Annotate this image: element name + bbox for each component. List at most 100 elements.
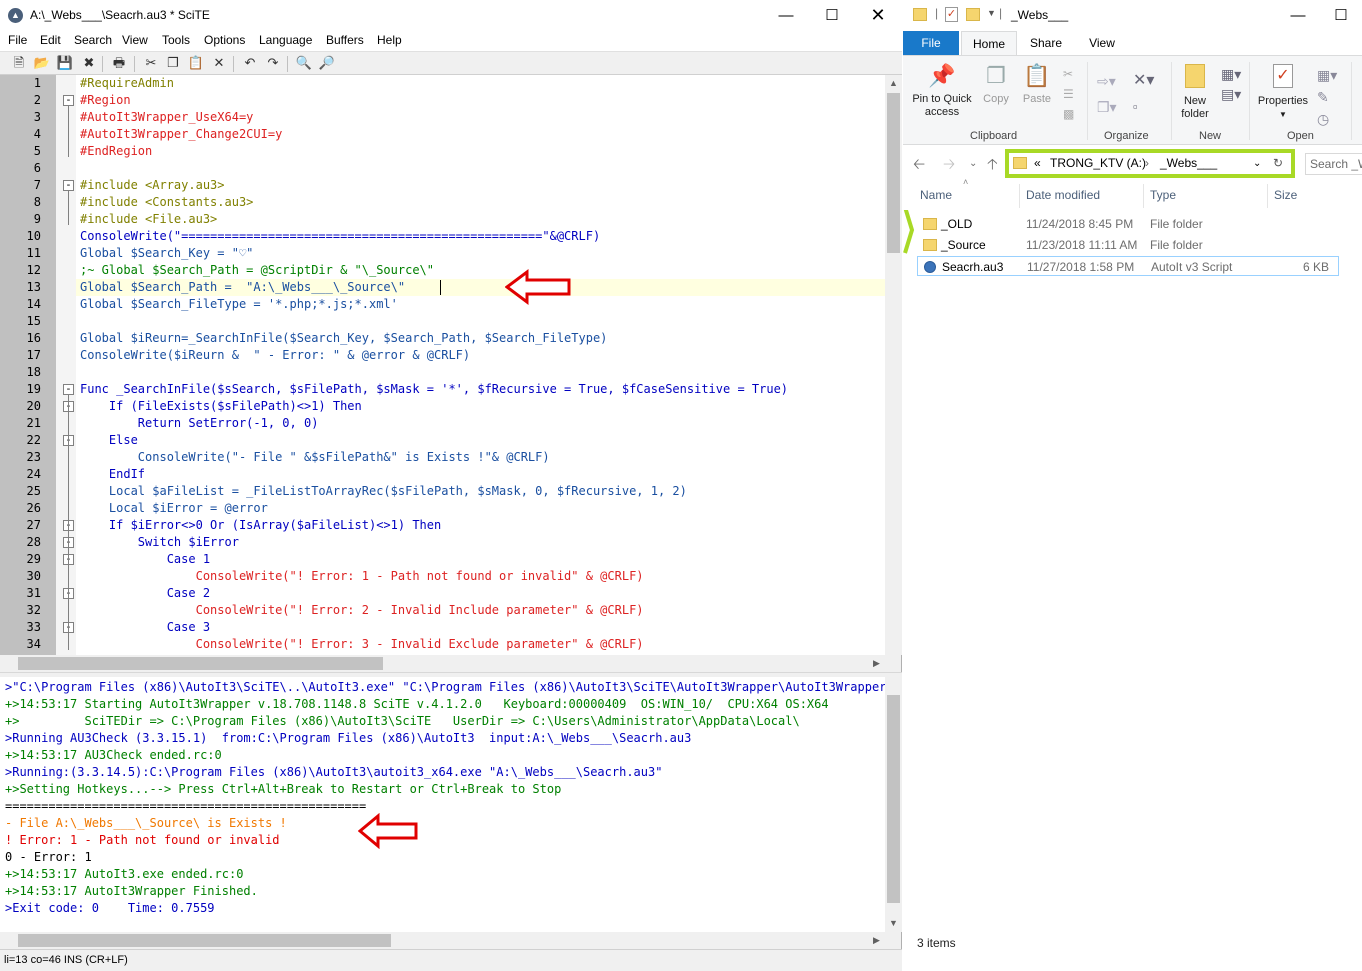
paste-button[interactable]: 📋 Paste (1017, 62, 1057, 106)
breadcrumb-folder[interactable]: _Webs___ (1160, 156, 1217, 170)
fold-toggle-icon[interactable]: - (63, 95, 74, 106)
file-row[interactable]: _Source 11/23/2018 11:11 AM File folder (917, 235, 1339, 255)
column-type[interactable]: Type (1150, 188, 1176, 202)
menu-options[interactable]: Options (204, 33, 245, 47)
forward-arrow-icon[interactable]: 🡢 (943, 154, 955, 179)
pin-to-quick-access-button[interactable]: 📌 Pin to Quick access (909, 62, 975, 119)
save-icon[interactable]: 💾 (56, 54, 74, 72)
code-line: Case 2 (80, 586, 211, 600)
maximize-button[interactable]: ☐ (1318, 0, 1362, 31)
properties-qat-icon[interactable]: ✓ (945, 7, 958, 22)
scrollbar-thumb[interactable] (18, 657, 383, 670)
new-file-icon[interactable]: 🗎 (10, 54, 28, 72)
back-arrow-icon[interactable]: 🡠 (913, 154, 925, 179)
scroll-up-arrow-icon[interactable]: ▲ (885, 75, 902, 92)
qat-dropdown-icon[interactable]: ▼ (987, 8, 996, 18)
fold-toggle-icon[interactable]: - (63, 384, 74, 395)
column-size[interactable]: Size (1274, 188, 1297, 202)
find-icon[interactable]: 🔍 (295, 54, 313, 72)
pin-label: Pin to Quick access (912, 93, 972, 118)
scrollbar-thumb[interactable] (18, 934, 391, 947)
column-separator[interactable] (1019, 184, 1020, 208)
tab-file[interactable]: File (903, 31, 959, 55)
up-arrow-icon[interactable]: 🡡 (987, 154, 998, 179)
replace-icon[interactable]: 🔎 (318, 54, 336, 72)
address-bar[interactable]: « TRONG_KTV (A:) › _Webs___ ⌄ ↻ (1005, 149, 1295, 178)
tab-home[interactable]: Home (961, 31, 1017, 55)
menu-search[interactable]: Search (74, 33, 112, 47)
file-row[interactable]: _OLD 11/24/2018 8:45 PM File folder (917, 214, 1339, 234)
column-name[interactable]: Name (920, 188, 952, 202)
redo-icon[interactable]: ↷ (264, 54, 282, 72)
copy-icon[interactable]: ❐ (164, 54, 182, 72)
group-clipboard: Clipboard (970, 130, 1018, 142)
print-icon[interactable]: 🖶 (110, 54, 128, 72)
menu-file[interactable]: File (8, 33, 27, 47)
output-horizontal-scrollbar[interactable]: ▶ (0, 932, 885, 949)
maximize-button[interactable]: ☐ (809, 0, 855, 31)
line-number: 16 (26, 331, 41, 345)
menu-tools[interactable]: Tools (162, 33, 190, 47)
address-dropdown-icon[interactable]: ⌄ (1253, 158, 1261, 169)
move-copy-icons[interactable]: ⇨▾ ❐▾ (1097, 68, 1117, 120)
new-item-icons[interactable]: ▦▾ ▤▾ (1221, 64, 1241, 104)
scroll-down-arrow-icon[interactable]: ▼ (885, 915, 902, 932)
new-folder-label: New folder (1181, 95, 1209, 120)
column-separator[interactable] (1267, 184, 1268, 208)
file-name: Seacrh.au3 (942, 260, 1004, 274)
open-folder-icon[interactable]: 📂 (33, 54, 51, 72)
menu-edit[interactable]: Edit (40, 33, 61, 47)
menu-language[interactable]: Language (259, 33, 312, 47)
new-folder-button[interactable]: New folder (1173, 62, 1217, 121)
file-date: 11/23/2018 11:11 AM (1026, 238, 1138, 252)
breadcrumb-overflow[interactable]: « (1034, 156, 1041, 170)
menu-view[interactable]: View (122, 33, 148, 47)
delete-rename-icons[interactable]: ✕▾ ▫ (1133, 68, 1154, 120)
fold-toggle-icon[interactable]: - (63, 180, 74, 191)
menu-help[interactable]: Help (377, 33, 402, 47)
menu-buffers[interactable]: Buffers (326, 33, 364, 47)
close-button[interactable]: ✕ (855, 0, 901, 31)
scrollbar-thumb[interactable] (887, 93, 900, 253)
clipboard-small-icons[interactable]: ✂ ☰ ▩ (1063, 64, 1074, 124)
search-box[interactable]: Search _W (1305, 153, 1362, 175)
editor-vertical-scrollbar[interactable]: ▲ (885, 75, 902, 655)
scroll-right-arrow-icon[interactable]: ▶ (868, 932, 885, 949)
scrollbar-thumb[interactable] (887, 695, 900, 903)
explorer-titlebar[interactable]: | ✓ ▼ | _Webs___ — ☐ (903, 0, 1362, 31)
output-line: +> SciTEDir => C:\Program Files (x86)\Au… (5, 714, 800, 728)
line-number: 29 (26, 552, 41, 566)
recent-locations-icon[interactable]: ⌄ (969, 158, 977, 169)
output-vertical-scrollbar[interactable]: ▼ (885, 677, 902, 932)
breadcrumb-drive[interactable]: TRONG_KTV (A:) (1050, 156, 1146, 170)
code-editor[interactable]: 1 2 3 4 5 6 7 8 9 10 11 12 13 14 15 16 17 18 19 20 21 22 23 24 2… (0, 75, 885, 655)
tab-share[interactable]: Share (1021, 31, 1071, 55)
minimize-button[interactable]: — (1275, 0, 1321, 31)
scroll-right-arrow-icon[interactable]: ▶ (868, 655, 885, 672)
pin-icon: 📌 (928, 63, 956, 88)
minimize-button[interactable]: — (763, 0, 809, 31)
close-file-icon[interactable]: ✖ (80, 54, 98, 72)
scite-titlebar[interactable]: ▲ A:\_Webs___\Seacrh.au3 * SciTE — ☐ ✕ (0, 0, 902, 31)
line-number: 34 (26, 637, 41, 651)
properties-button[interactable]: ✓ Properties ▼ (1255, 62, 1311, 121)
paste-icon: 📋 (1023, 63, 1051, 88)
column-date-modified[interactable]: Date modified (1026, 188, 1100, 202)
line-number: 19 (26, 382, 41, 396)
undo-icon[interactable]: ↶ (241, 54, 259, 72)
cut-icon[interactable]: ✂ (142, 54, 160, 72)
new-folder-qat-icon[interactable] (966, 8, 980, 21)
line-number: 23 (26, 450, 41, 464)
tab-view[interactable]: View (1077, 31, 1127, 55)
code-line: ConsoleWrite("! Error: 3 - Invalid Exclu… (80, 637, 644, 651)
output-pane[interactable]: >"C:\Program Files (x86)\AutoIt3\SciTE\.… (0, 677, 885, 932)
delete-icon[interactable]: ✕ (210, 54, 228, 72)
file-row-selected[interactable]: Seacrh.au3 11/27/2018 1:58 PM AutoIt v3 … (917, 256, 1339, 276)
open-edit-icons[interactable]: ▦▾ ✎ ◷ (1317, 64, 1337, 130)
refresh-icon[interactable]: ↻ (1273, 156, 1283, 170)
editor-horizontal-scrollbar[interactable]: ▶ (0, 655, 885, 672)
copy-button[interactable]: ❐ Copy (977, 62, 1015, 106)
paste-icon[interactable]: 📋 (187, 54, 205, 72)
line-number: 26 (26, 501, 41, 515)
column-separator[interactable] (1143, 184, 1144, 208)
